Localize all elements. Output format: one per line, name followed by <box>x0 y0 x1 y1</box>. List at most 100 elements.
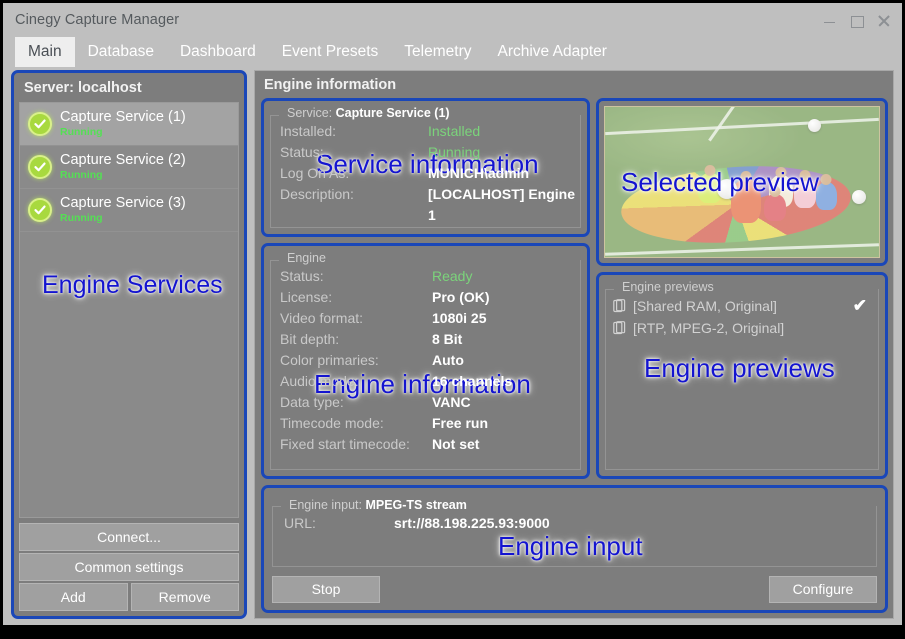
service-state: Running <box>60 170 186 181</box>
field-label: Data type: <box>280 392 432 413</box>
connect-button[interactable]: Connect... <box>19 523 239 551</box>
maximize-icon[interactable] <box>850 14 863 27</box>
field-license: License: Pro (OK) <box>280 287 575 308</box>
field-label: Installed: <box>280 121 428 142</box>
service-group-legend: Service: Capture Service (1) <box>282 106 455 120</box>
service-state: Running <box>60 127 186 138</box>
check-circle-icon <box>28 198 52 222</box>
field-value: srt://88.198.225.93:9000 <box>394 513 550 534</box>
panel-title: Engine information <box>261 75 888 98</box>
tab-event-presets[interactable]: Event Presets <box>269 37 392 67</box>
field-label: Audio mode: <box>280 371 432 392</box>
field-label: Status: <box>280 142 428 163</box>
field-description: Description: [LOCALHOST] Engine 1 <box>280 184 575 226</box>
field-label: Log On As: <box>280 163 428 184</box>
field-url: URL: srt://88.198.225.93:9000 <box>284 513 875 534</box>
field-value: Ready <box>432 266 472 287</box>
application-window: Cinegy Capture Manager Main Database Das… <box>3 3 902 625</box>
monitor-icon <box>613 321 633 336</box>
list-item[interactable]: [RTP, MPEG-2, Original] <box>613 317 873 339</box>
remove-button[interactable]: Remove <box>131 583 240 611</box>
list-item[interactable]: [Shared RAM, Original] ✔ <box>613 295 873 317</box>
list-item[interactable]: Capture Service (3) Running <box>20 189 238 232</box>
common-settings-button[interactable]: Common settings <box>19 553 239 581</box>
add-button[interactable]: Add <box>19 583 128 611</box>
check-circle-icon <box>28 155 52 179</box>
annotation-engine-services: Engine Services <box>42 271 223 300</box>
field-value: 8 Bit <box>432 329 462 350</box>
preview-label: [RTP, MPEG-2, Original] <box>633 317 867 339</box>
tab-archive-adapter[interactable]: Archive Adapter <box>484 37 619 67</box>
field-value: [LOCALHOST] Engine 1 <box>428 184 575 226</box>
field-value: Auto <box>432 350 464 371</box>
tab-bar: Main Database Dashboard Event Presets Te… <box>3 37 902 67</box>
engine-group: Engine Status: Ready License: Pro (OK) <box>261 243 590 479</box>
service-name: Capture Service (1) <box>60 110 186 125</box>
field-label: License: <box>280 287 432 308</box>
server-header: Server: localhost <box>19 77 239 102</box>
configure-button[interactable]: Configure <box>769 576 877 603</box>
field-label: Status: <box>280 266 432 287</box>
field-video-format: Video format: 1080i 25 <box>280 308 575 329</box>
field-status: Status: Running <box>280 142 575 163</box>
field-label: Description: <box>280 184 428 226</box>
field-fixed-start-timecode: Fixed start timecode: Not set <box>280 434 575 455</box>
field-value: Running <box>428 142 480 163</box>
monitor-icon <box>613 299 633 314</box>
field-value: Pro (OK) <box>432 287 490 308</box>
close-icon[interactable] <box>877 14 890 27</box>
engine-group-legend: Engine <box>282 251 331 265</box>
field-label: Color primaries: <box>280 350 432 371</box>
field-value: Installed <box>428 121 480 142</box>
checkmark-icon: ✔ <box>853 295 873 317</box>
field-label: Bit depth: <box>280 329 432 350</box>
annotation-engine-input: Engine input <box>498 531 643 562</box>
field-value: Not set <box>432 434 479 455</box>
field-data-type: Data type: VANC <box>280 392 575 413</box>
window-title: Cinegy Capture Manager <box>3 12 179 28</box>
field-color-primaries: Color primaries: Auto <box>280 350 575 371</box>
field-label: URL: <box>284 513 394 534</box>
field-label: Timecode mode: <box>280 413 432 434</box>
engine-input-group: Engine input: MPEG-TS stream URL: srt://… <box>270 493 879 569</box>
service-name: Capture Service (2) <box>60 153 186 168</box>
input-legend-prefix: Engine input: <box>289 498 365 512</box>
main-content: Server: localhost Capture Service (1) Ru… <box>3 67 902 625</box>
engine-input-legend: Engine input: MPEG-TS stream <box>284 498 472 512</box>
engine-services-panel: Server: localhost Capture Service (1) Ru… <box>11 70 247 619</box>
preview-label: [Shared RAM, Original] <box>633 295 853 317</box>
field-value: 1080i 25 <box>432 308 487 329</box>
window-controls <box>823 3 896 37</box>
tab-database[interactable]: Database <box>75 37 167 67</box>
field-installed: Installed: Installed <box>280 121 575 142</box>
title-bar: Cinegy Capture Manager <box>3 3 902 37</box>
service-information-group: Service: Capture Service (1) Installed: … <box>261 98 590 237</box>
tab-dashboard[interactable]: Dashboard <box>167 37 269 67</box>
preview-video: Selected preview <box>604 106 880 258</box>
list-item[interactable]: Capture Service (2) Running <box>20 146 238 189</box>
tab-telemetry[interactable]: Telemetry <box>391 37 484 67</box>
list-item[interactable]: Capture Service (1) Running <box>20 103 238 146</box>
field-label: Fixed start timecode: <box>280 434 432 455</box>
left-panel-buttons: Connect... Common settings Add Remove <box>19 523 239 611</box>
field-value: Free run <box>432 413 488 434</box>
service-legend-prefix: Service: <box>287 106 336 120</box>
service-state: Running <box>60 213 186 224</box>
field-label: Video format: <box>280 308 432 329</box>
service-legend-value: Capture Service (1) <box>336 106 450 120</box>
annotation-engine-previews: Engine previews <box>644 353 835 384</box>
services-list[interactable]: Capture Service (1) Running Capture Serv… <box>19 102 239 518</box>
field-value: 16 channels <box>432 371 512 392</box>
field-audio-mode: Audio mode: 16 channels <box>280 371 575 392</box>
selected-preview-panel[interactable]: Selected preview <box>596 98 888 266</box>
input-legend-value: MPEG-TS stream <box>365 498 466 512</box>
minimize-icon[interactable] <box>823 14 836 27</box>
engine-previews-panel: Engine previews [Shared RAM, Original] ✔ <box>596 272 888 479</box>
field-bit-depth: Bit depth: 8 Bit <box>280 329 575 350</box>
field-timecode-mode: Timecode mode: Free run <box>280 413 575 434</box>
stop-button[interactable]: Stop <box>272 576 380 603</box>
engine-input-panel: Engine input: MPEG-TS stream URL: srt://… <box>261 485 888 613</box>
engine-information-panel: Engine information Service: Capture Serv… <box>254 70 894 619</box>
tab-main[interactable]: Main <box>15 37 75 67</box>
field-log-on-as: Log On As: MUNICH\admin <box>280 163 575 184</box>
